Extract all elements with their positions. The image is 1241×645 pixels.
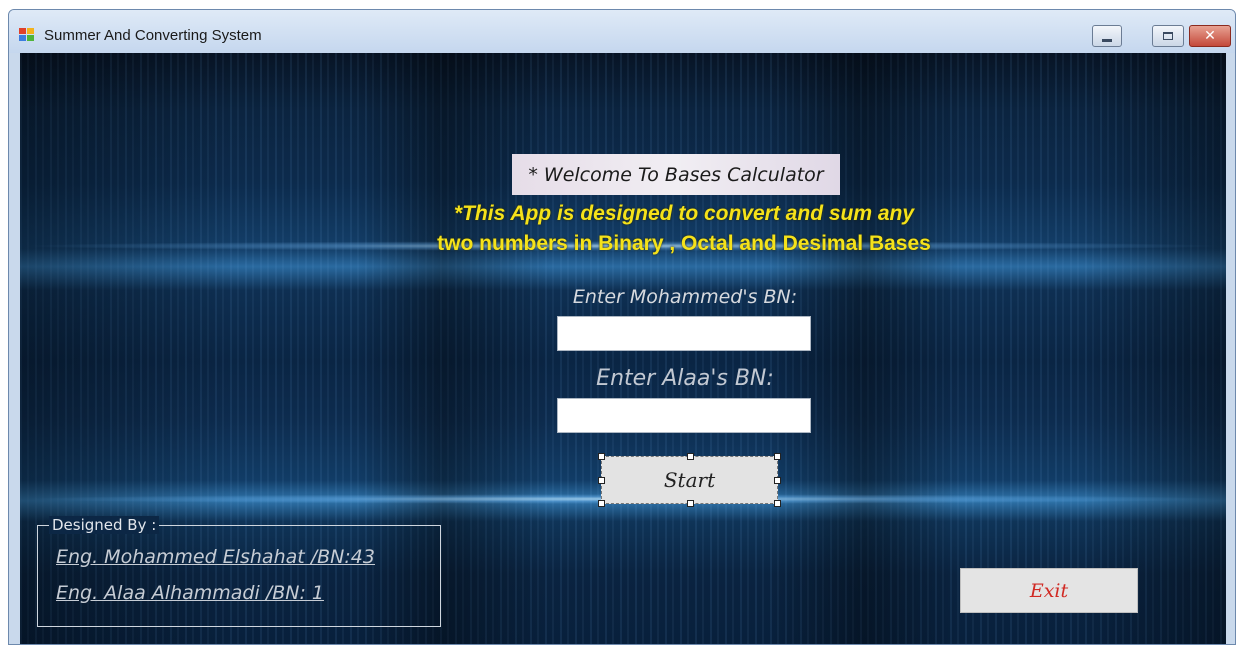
close-button[interactable]: ✕ bbox=[1189, 25, 1231, 47]
selection-handle[interactable] bbox=[774, 477, 781, 484]
alaa-bn-input[interactable] bbox=[557, 398, 811, 433]
description-line-1: *This App is designed to convert and sum… bbox=[453, 202, 915, 225]
designed-by-group: Designed By : Eng. Mohammed Elshahat /BN… bbox=[37, 516, 441, 627]
exit-button[interactable]: Exit bbox=[960, 568, 1138, 613]
close-icon: ✕ bbox=[1204, 28, 1216, 44]
selection-handle[interactable] bbox=[598, 477, 605, 484]
designed-by-title: Designed By : bbox=[49, 516, 160, 534]
maximize-button[interactable] bbox=[1152, 25, 1184, 47]
selection-handle[interactable] bbox=[687, 500, 694, 507]
credit-link-alaa[interactable]: Eng. Alaa Alhammadi /BN: 1 bbox=[56, 582, 324, 604]
alaa-bn-label: Enter Alaa's BN: bbox=[596, 366, 774, 391]
exit-button-label: Exit bbox=[1029, 579, 1069, 602]
description-line-2: two numbers in Binary , Octal and Desima… bbox=[437, 232, 931, 255]
maximize-icon bbox=[1163, 32, 1173, 40]
minimize-icon bbox=[1102, 38, 1112, 42]
credit-link-mohammed[interactable]: Eng. Mohammed Elshahat /BN:43 bbox=[56, 546, 375, 568]
mohammed-bn-input[interactable] bbox=[557, 316, 811, 351]
window-title: Summer And Converting System bbox=[44, 27, 262, 44]
app-window: Summer And Converting System ✕ * Welcome… bbox=[8, 9, 1236, 645]
selection-handle[interactable] bbox=[598, 500, 605, 507]
selection-handle[interactable] bbox=[687, 453, 694, 460]
selection-handle[interactable] bbox=[774, 453, 781, 460]
start-button-label: Start bbox=[663, 468, 716, 492]
mohammed-bn-label: Enter Mohammed's BN: bbox=[572, 286, 798, 308]
title-bar[interactable]: Summer And Converting System ✕ bbox=[9, 10, 1235, 53]
selection-handle[interactable] bbox=[598, 453, 605, 460]
form-client-area: * Welcome To Bases Calculator *This App … bbox=[20, 53, 1226, 644]
selection-handle[interactable] bbox=[774, 500, 781, 507]
app-icon bbox=[19, 28, 35, 42]
minimize-button[interactable] bbox=[1092, 25, 1122, 47]
welcome-label: * Welcome To Bases Calculator bbox=[512, 154, 840, 195]
start-button[interactable]: Start bbox=[598, 453, 781, 507]
